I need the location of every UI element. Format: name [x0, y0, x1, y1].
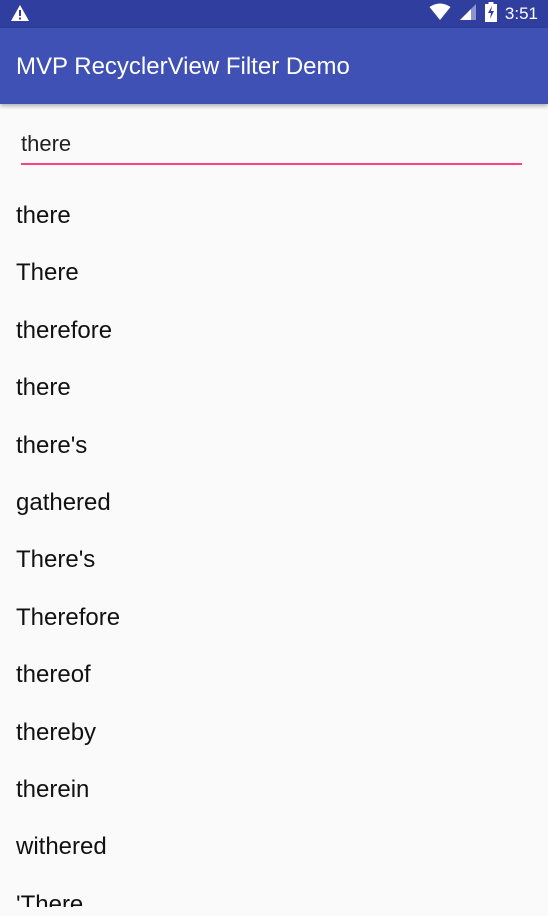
list-item[interactable]: thereby — [0, 704, 548, 761]
list-item[interactable]: there — [0, 187, 548, 244]
list-item[interactable]: there — [0, 359, 548, 416]
list-item[interactable]: thereof — [0, 646, 548, 703]
list-item[interactable]: withered — [0, 818, 548, 875]
list-item[interactable]: 'There — [0, 876, 548, 907]
list-item[interactable]: There — [0, 244, 548, 301]
list-item[interactable]: There's — [0, 531, 548, 588]
search-underline — [21, 163, 522, 165]
list-item[interactable]: therefore — [0, 302, 548, 359]
search-field[interactable] — [21, 126, 522, 166]
battery-icon — [484, 1, 497, 27]
warning-icon — [10, 4, 30, 27]
list-item[interactable]: gathered — [0, 474, 548, 531]
status-time: 3:51 — [504, 4, 538, 23]
status-bar: 3:51 — [0, 0, 548, 28]
search-input[interactable] — [21, 126, 522, 162]
word-list[interactable]: there There therefore there there's gath… — [0, 187, 548, 907]
list-item[interactable]: therein — [0, 761, 548, 818]
app-bar: MVP RecyclerView Filter Demo — [0, 28, 548, 104]
list-item[interactable]: Therefore — [0, 589, 548, 646]
app-title: MVP RecyclerView Filter Demo — [16, 53, 350, 80]
signal-icon — [459, 3, 477, 26]
status-icons: 3:51 — [429, 0, 538, 28]
wifi-icon — [429, 3, 451, 26]
list-item[interactable]: there's — [0, 417, 548, 474]
